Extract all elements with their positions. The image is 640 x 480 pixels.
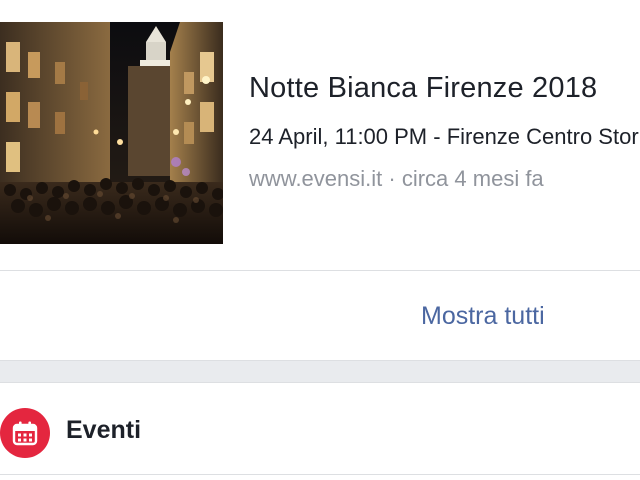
event-title[interactable]: Notte Bianca Firenze 2018 bbox=[249, 70, 597, 106]
section-title: Eventi bbox=[66, 416, 142, 444]
event-datetime-location: 24 April, 11:00 PM - Firenze Centro Stor… bbox=[249, 124, 640, 149]
source-domain-link[interactable]: www.evensi.it bbox=[249, 166, 382, 191]
section-gap bbox=[0, 360, 640, 383]
calendar-icon bbox=[12, 421, 38, 446]
events-badge bbox=[0, 408, 50, 458]
event-photo-icon bbox=[0, 22, 223, 244]
divider bbox=[0, 474, 640, 475]
page: Notte Bianca Firenze 2018 24 April, 11:0… bbox=[0, 0, 640, 480]
event-thumbnail[interactable] bbox=[0, 22, 223, 244]
posted-ago: circa 4 mesi fa bbox=[401, 166, 544, 191]
show-all-link[interactable]: Mostra tutti bbox=[421, 301, 545, 331]
show-all-row: Mostra tutti bbox=[0, 271, 640, 360]
events-section-header[interactable]: Eventi bbox=[0, 383, 640, 475]
event-source: www.evensi.it · circa 4 mesi fa bbox=[249, 165, 544, 193]
source-separator: · bbox=[382, 166, 402, 191]
event-card: Notte Bianca Firenze 2018 24 April, 11:0… bbox=[0, 0, 640, 270]
